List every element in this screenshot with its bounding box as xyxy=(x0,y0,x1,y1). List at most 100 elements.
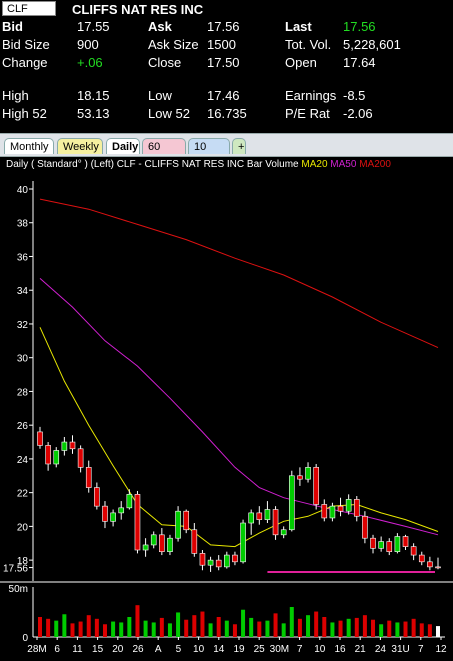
volume-bar xyxy=(265,620,270,637)
x-tick-label: 15 xyxy=(92,644,104,655)
volume-bar xyxy=(216,617,221,637)
volume-bar xyxy=(411,618,416,637)
candle-body xyxy=(264,509,271,520)
candle-body xyxy=(207,559,214,566)
volume-bar xyxy=(232,624,237,637)
tab-60-min[interactable]: 60 min xyxy=(142,138,186,169)
volume-bar xyxy=(94,618,99,637)
volume-bar xyxy=(379,624,384,637)
y-tick-label: 30 xyxy=(17,354,29,365)
volume-bar xyxy=(314,611,319,637)
chart-canvas: 40383634323028262422201817.5650m028M 6 11 1… xyxy=(0,181,453,655)
tab-weekly[interactable]: Weekly xyxy=(57,138,103,154)
volume-bar xyxy=(208,623,213,637)
x-tick-label: 21 xyxy=(355,644,367,655)
x-tick-label: 7 xyxy=(297,644,303,655)
candle-body xyxy=(435,566,441,569)
candle-body xyxy=(224,554,230,568)
volume-bar xyxy=(86,615,91,637)
candle-body xyxy=(305,467,311,480)
candle-body xyxy=(232,554,238,563)
quote-value: 1500 xyxy=(207,37,236,52)
candle-body xyxy=(297,475,303,480)
volume-zero-label: 0 xyxy=(22,633,28,644)
quote-label: Ask xyxy=(148,19,172,34)
candle-body xyxy=(272,509,279,536)
candle-body xyxy=(126,494,133,509)
quote-value: 18.15 xyxy=(77,88,110,103)
candle-body xyxy=(240,522,246,563)
volume-bar xyxy=(224,620,229,637)
y-tick-label: 40 xyxy=(17,185,29,196)
x-tick-label: 12 xyxy=(435,644,447,655)
quote-label: Low 52 xyxy=(148,106,190,121)
volume-bar xyxy=(70,623,75,637)
candle-body xyxy=(410,546,417,556)
tab-daily[interactable]: Daily xyxy=(106,138,140,154)
quote-label: High xyxy=(2,88,29,103)
volume-bar xyxy=(78,621,83,637)
volume-bar xyxy=(257,621,262,637)
x-tick-label: 14 xyxy=(213,644,225,655)
x-tick-label: 6 xyxy=(54,644,60,655)
tab-add[interactable]: + xyxy=(232,138,246,154)
candle-body xyxy=(215,559,222,568)
candle-body xyxy=(191,529,198,554)
volume-bar xyxy=(289,607,294,637)
candle-body xyxy=(248,512,254,524)
volume-bar xyxy=(338,620,343,637)
candle-body xyxy=(427,561,433,568)
x-tick-label: 19 xyxy=(233,644,245,655)
x-tick-label: 11 xyxy=(72,644,83,655)
volume-bar xyxy=(127,617,132,637)
candle-body xyxy=(77,448,84,468)
x-tick-label: A xyxy=(155,644,162,655)
volume-bar xyxy=(427,624,432,637)
price-chart[interactable]: Daily ( Standard° ) (Left) CLF - CLIFFS … xyxy=(0,157,453,661)
y-tick-label: 20 xyxy=(17,522,29,533)
volume-bar xyxy=(151,622,156,637)
x-tick-label: 31U xyxy=(391,644,409,655)
ma200-line xyxy=(39,198,439,349)
y-tick-label: 26 xyxy=(17,421,29,432)
x-tick-label: 30M xyxy=(270,644,289,655)
volume-bar xyxy=(192,615,197,637)
candle-body xyxy=(321,504,328,519)
quote-label: Earnings xyxy=(285,88,337,103)
quote-value: 17.56 xyxy=(343,19,376,34)
volume-bar xyxy=(346,618,351,637)
candle-body xyxy=(134,494,141,551)
quote-label: Close xyxy=(148,55,182,70)
volume-bar xyxy=(297,618,302,637)
volume-bar xyxy=(62,614,67,637)
x-tick-label: 26 xyxy=(132,644,144,655)
quote-label: Bid xyxy=(2,19,23,34)
x-tick-label: 10 xyxy=(193,644,205,655)
volume-bar xyxy=(387,620,392,637)
candle-body xyxy=(256,512,263,520)
candle-body xyxy=(37,431,43,446)
volume-bar xyxy=(200,611,205,637)
y-tick-label: 34 xyxy=(17,286,29,297)
x-tick-label: 5 xyxy=(176,644,182,655)
volume-bar xyxy=(395,622,400,637)
quote-value: 900 xyxy=(77,37,99,52)
candle-body xyxy=(159,534,165,552)
quote-value: 17.64 xyxy=(343,55,376,70)
y-tick-label: 28 xyxy=(17,387,29,398)
x-tick-label: 16 xyxy=(334,644,346,655)
candle-body xyxy=(394,536,401,552)
volume-bar xyxy=(54,620,59,637)
candle-body xyxy=(45,445,51,465)
volume-bar xyxy=(371,619,376,637)
y-tick-label: 22 xyxy=(17,489,29,500)
tab-10-min[interactable]: 10 min xyxy=(188,138,230,169)
tab-monthly[interactable]: Monthly xyxy=(4,138,54,154)
quote-value: 53.13 xyxy=(77,106,110,121)
quote-value: 17.50 xyxy=(207,55,240,70)
y-tick-label: 36 xyxy=(17,252,29,263)
candle-body xyxy=(142,544,149,551)
candle-body xyxy=(102,505,108,522)
symbol-input[interactable]: CLF xyxy=(2,1,56,16)
x-tick-label: 10 xyxy=(314,644,326,655)
